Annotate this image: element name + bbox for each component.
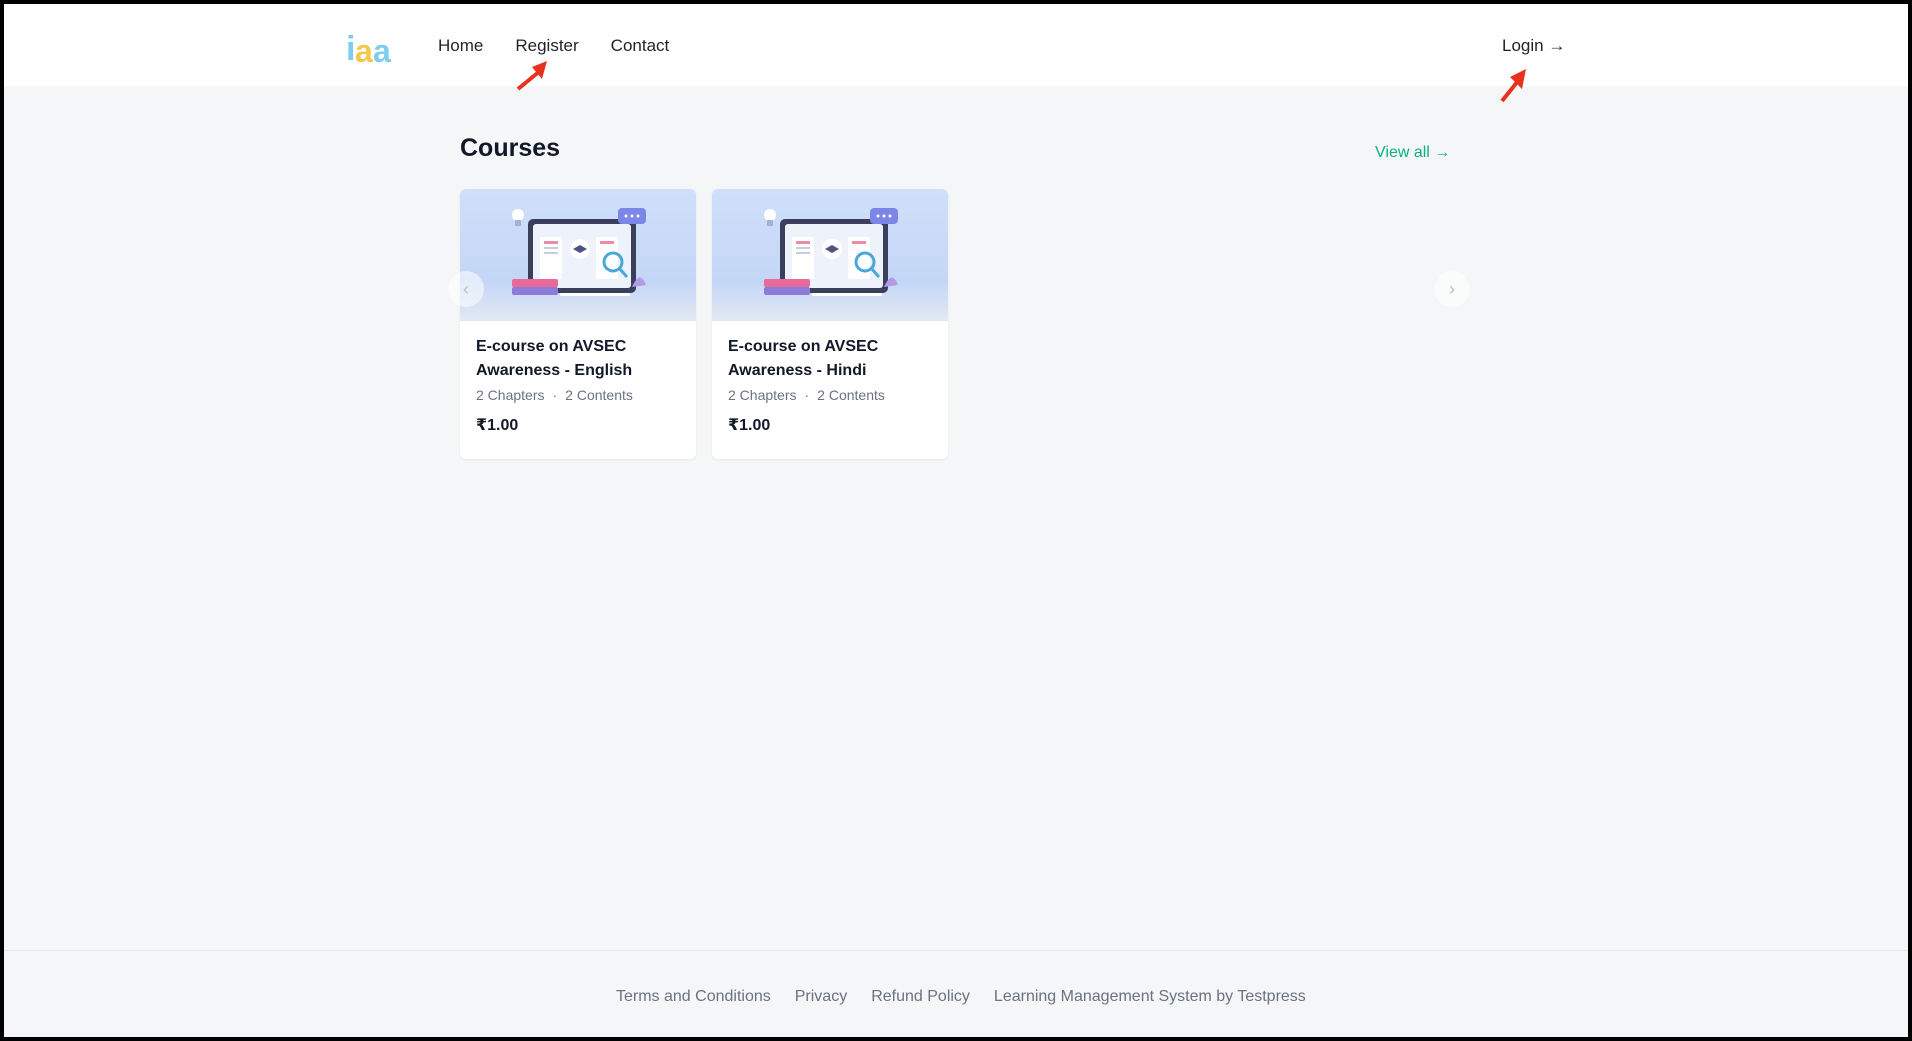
course-meta: 2 Chapters · 2 Contents	[476, 387, 680, 403]
course-meta: 2 Chapters · 2 Contents	[728, 387, 932, 403]
annotation-arrow-icon	[1500, 69, 1526, 103]
course-title: E-course on AVSEC Awareness - English	[476, 338, 633, 379]
footer-privacy-link[interactable]: Privacy	[795, 988, 847, 1006]
main-nav: Home Register Contact	[438, 36, 701, 56]
contents-count: 2 Contents	[817, 387, 885, 403]
svg-text:a: a	[373, 33, 391, 66]
footer-refund-link[interactable]: Refund Policy	[871, 988, 970, 1006]
footer-lms-link[interactable]: Learning Management System by Testpress	[994, 988, 1306, 1006]
chevron-left-icon: ‹	[463, 278, 469, 299]
page: i a a Home Register Contact Login → Cour…	[4, 4, 1908, 1037]
course-title: E-course on AVSEC Awareness - Hindi	[728, 338, 879, 379]
course-card-hindi[interactable]: E-course on AVSEC Awareness - Hindi 2 Ch…	[712, 189, 948, 459]
iaa-logo[interactable]: i a a	[346, 26, 394, 66]
svg-text:a: a	[355, 33, 373, 66]
carousel-prev-button[interactable]: ‹	[448, 271, 484, 307]
footer-terms-link[interactable]: Terms and Conditions	[616, 988, 771, 1006]
nav-home-link[interactable]: Home	[438, 36, 483, 56]
annotation-arrow-icon	[516, 61, 547, 91]
login-link[interactable]: Login →	[1502, 36, 1565, 56]
course-price: ₹1.00	[476, 417, 519, 434]
course-thumbnail	[460, 189, 696, 321]
site-footer: Terms and Conditions Privacy Refund Poli…	[4, 950, 1908, 1037]
chapters-count: 2 Chapters	[476, 387, 545, 403]
course-card-english[interactable]: E-course on AVSEC Awareness - English 2 …	[460, 189, 696, 459]
chapters-count: 2 Chapters	[728, 387, 797, 403]
site-header: i a a Home Register Contact Login →	[4, 4, 1908, 86]
course-price: ₹1.00	[728, 417, 771, 434]
footer-links: Terms and Conditions Privacy Refund Poli…	[616, 988, 1330, 1006]
carousel-next-button[interactable]: ›	[1434, 271, 1470, 307]
chevron-right-icon: ›	[1449, 278, 1455, 299]
nav-register-link[interactable]: Register	[515, 36, 578, 56]
nav-contact-link[interactable]: Contact	[611, 36, 670, 56]
course-thumbnail	[712, 189, 948, 321]
separator-dot: ·	[804, 387, 810, 403]
contents-count: 2 Contents	[565, 387, 633, 403]
separator-dot: ·	[552, 387, 558, 403]
view-all-link[interactable]: View all →	[1375, 144, 1450, 162]
courses-heading: Courses	[460, 134, 561, 162]
